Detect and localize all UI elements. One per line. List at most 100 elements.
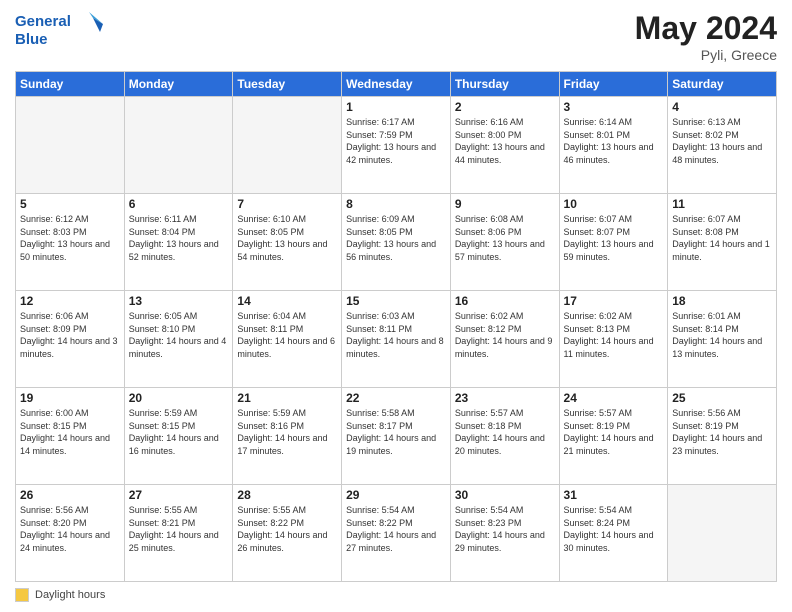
calendar-week-5: 26 Sunrise: 5:56 AMSunset: 8:20 PMDaylig…	[16, 485, 777, 582]
day-info: Sunrise: 6:06 AMSunset: 8:09 PMDaylight:…	[20, 310, 120, 360]
weekday-header-monday: Monday	[124, 72, 233, 97]
calendar-cell: 26 Sunrise: 5:56 AMSunset: 8:20 PMDaylig…	[16, 485, 125, 582]
calendar-cell	[668, 485, 777, 582]
day-number: 15	[346, 294, 446, 308]
day-info: Sunrise: 6:04 AMSunset: 8:11 PMDaylight:…	[237, 310, 337, 360]
day-number: 16	[455, 294, 555, 308]
day-number: 31	[564, 488, 664, 502]
day-number: 10	[564, 197, 664, 211]
calendar-cell: 6 Sunrise: 6:11 AMSunset: 8:04 PMDayligh…	[124, 194, 233, 291]
calendar-cell: 9 Sunrise: 6:08 AMSunset: 8:06 PMDayligh…	[450, 194, 559, 291]
calendar-cell: 21 Sunrise: 5:59 AMSunset: 8:16 PMDaylig…	[233, 388, 342, 485]
day-number: 9	[455, 197, 555, 211]
calendar-cell: 31 Sunrise: 5:54 AMSunset: 8:24 PMDaylig…	[559, 485, 668, 582]
weekday-header-sunday: Sunday	[16, 72, 125, 97]
calendar-cell: 8 Sunrise: 6:09 AMSunset: 8:05 PMDayligh…	[342, 194, 451, 291]
day-info: Sunrise: 6:05 AMSunset: 8:10 PMDaylight:…	[129, 310, 229, 360]
weekday-header-tuesday: Tuesday	[233, 72, 342, 97]
title-block: May 2024 Pyli, Greece	[635, 10, 777, 63]
day-number: 19	[20, 391, 120, 405]
day-info: Sunrise: 6:00 AMSunset: 8:15 PMDaylight:…	[20, 407, 120, 457]
header: General Blue May 2024 Pyli, Greece	[15, 10, 777, 63]
weekday-header-row: SundayMondayTuesdayWednesdayThursdayFrid…	[16, 72, 777, 97]
day-number: 7	[237, 197, 337, 211]
calendar-cell: 27 Sunrise: 5:55 AMSunset: 8:21 PMDaylig…	[124, 485, 233, 582]
calendar-cell: 12 Sunrise: 6:06 AMSunset: 8:09 PMDaylig…	[16, 291, 125, 388]
day-info: Sunrise: 5:55 AMSunset: 8:21 PMDaylight:…	[129, 504, 229, 554]
day-number: 5	[20, 197, 120, 211]
calendar-cell: 7 Sunrise: 6:10 AMSunset: 8:05 PMDayligh…	[233, 194, 342, 291]
calendar-cell: 16 Sunrise: 6:02 AMSunset: 8:12 PMDaylig…	[450, 291, 559, 388]
day-info: Sunrise: 6:12 AMSunset: 8:03 PMDaylight:…	[20, 213, 120, 263]
day-number: 17	[564, 294, 664, 308]
calendar-week-2: 5 Sunrise: 6:12 AMSunset: 8:03 PMDayligh…	[16, 194, 777, 291]
day-number: 29	[346, 488, 446, 502]
day-info: Sunrise: 6:07 AMSunset: 8:07 PMDaylight:…	[564, 213, 664, 263]
day-info: Sunrise: 5:54 AMSunset: 8:24 PMDaylight:…	[564, 504, 664, 554]
day-number: 13	[129, 294, 229, 308]
day-number: 1	[346, 100, 446, 114]
day-number: 21	[237, 391, 337, 405]
calendar-week-3: 12 Sunrise: 6:06 AMSunset: 8:09 PMDaylig…	[16, 291, 777, 388]
day-info: Sunrise: 6:16 AMSunset: 8:00 PMDaylight:…	[455, 116, 555, 166]
day-number: 27	[129, 488, 229, 502]
calendar-cell: 11 Sunrise: 6:07 AMSunset: 8:08 PMDaylig…	[668, 194, 777, 291]
day-number: 12	[20, 294, 120, 308]
legend-label: Daylight hours	[35, 589, 105, 601]
day-number: 24	[564, 391, 664, 405]
month-year: May 2024	[635, 10, 777, 47]
page: General Blue May 2024 Pyli, Greece Sunda…	[0, 0, 792, 612]
day-info: Sunrise: 5:56 AMSunset: 8:19 PMDaylight:…	[672, 407, 772, 457]
calendar-cell: 20 Sunrise: 5:59 AMSunset: 8:15 PMDaylig…	[124, 388, 233, 485]
calendar-cell	[233, 97, 342, 194]
day-number: 20	[129, 391, 229, 405]
location: Pyli, Greece	[635, 47, 777, 63]
day-info: Sunrise: 5:57 AMSunset: 8:19 PMDaylight:…	[564, 407, 664, 457]
day-info: Sunrise: 6:02 AMSunset: 8:12 PMDaylight:…	[455, 310, 555, 360]
day-number: 11	[672, 197, 772, 211]
calendar-cell: 14 Sunrise: 6:04 AMSunset: 8:11 PMDaylig…	[233, 291, 342, 388]
calendar-cell: 10 Sunrise: 6:07 AMSunset: 8:07 PMDaylig…	[559, 194, 668, 291]
day-info: Sunrise: 5:58 AMSunset: 8:17 PMDaylight:…	[346, 407, 446, 457]
day-number: 18	[672, 294, 772, 308]
day-info: Sunrise: 5:54 AMSunset: 8:23 PMDaylight:…	[455, 504, 555, 554]
calendar-cell: 4 Sunrise: 6:13 AMSunset: 8:02 PMDayligh…	[668, 97, 777, 194]
weekday-header-saturday: Saturday	[668, 72, 777, 97]
calendar-cell: 18 Sunrise: 6:01 AMSunset: 8:14 PMDaylig…	[668, 291, 777, 388]
calendar-cell	[16, 97, 125, 194]
weekday-header-wednesday: Wednesday	[342, 72, 451, 97]
day-number: 23	[455, 391, 555, 405]
day-number: 30	[455, 488, 555, 502]
day-info: Sunrise: 6:07 AMSunset: 8:08 PMDaylight:…	[672, 213, 772, 263]
logo-text: General Blue	[15, 10, 105, 52]
calendar-cell: 23 Sunrise: 5:57 AMSunset: 8:18 PMDaylig…	[450, 388, 559, 485]
legend-color-box	[15, 588, 29, 602]
day-number: 14	[237, 294, 337, 308]
day-number: 8	[346, 197, 446, 211]
day-info: Sunrise: 6:14 AMSunset: 8:01 PMDaylight:…	[564, 116, 664, 166]
day-info: Sunrise: 6:17 AMSunset: 7:59 PMDaylight:…	[346, 116, 446, 166]
logo-svg: General Blue	[15, 10, 105, 52]
calendar-cell: 1 Sunrise: 6:17 AMSunset: 7:59 PMDayligh…	[342, 97, 451, 194]
calendar-cell: 25 Sunrise: 5:56 AMSunset: 8:19 PMDaylig…	[668, 388, 777, 485]
day-info: Sunrise: 6:03 AMSunset: 8:11 PMDaylight:…	[346, 310, 446, 360]
day-info: Sunrise: 6:02 AMSunset: 8:13 PMDaylight:…	[564, 310, 664, 360]
day-info: Sunrise: 5:56 AMSunset: 8:20 PMDaylight:…	[20, 504, 120, 554]
calendar-cell: 17 Sunrise: 6:02 AMSunset: 8:13 PMDaylig…	[559, 291, 668, 388]
calendar-cell: 5 Sunrise: 6:12 AMSunset: 8:03 PMDayligh…	[16, 194, 125, 291]
day-info: Sunrise: 5:57 AMSunset: 8:18 PMDaylight:…	[455, 407, 555, 457]
day-number: 25	[672, 391, 772, 405]
day-number: 4	[672, 100, 772, 114]
calendar-cell: 22 Sunrise: 5:58 AMSunset: 8:17 PMDaylig…	[342, 388, 451, 485]
day-info: Sunrise: 5:59 AMSunset: 8:15 PMDaylight:…	[129, 407, 229, 457]
svg-text:Blue: Blue	[15, 31, 48, 48]
day-info: Sunrise: 6:08 AMSunset: 8:06 PMDaylight:…	[455, 213, 555, 263]
day-info: Sunrise: 5:54 AMSunset: 8:22 PMDaylight:…	[346, 504, 446, 554]
day-number: 28	[237, 488, 337, 502]
day-info: Sunrise: 6:10 AMSunset: 8:05 PMDaylight:…	[237, 213, 337, 263]
day-info: Sunrise: 6:11 AMSunset: 8:04 PMDaylight:…	[129, 213, 229, 263]
day-number: 6	[129, 197, 229, 211]
day-number: 26	[20, 488, 120, 502]
weekday-header-thursday: Thursday	[450, 72, 559, 97]
calendar-week-4: 19 Sunrise: 6:00 AMSunset: 8:15 PMDaylig…	[16, 388, 777, 485]
